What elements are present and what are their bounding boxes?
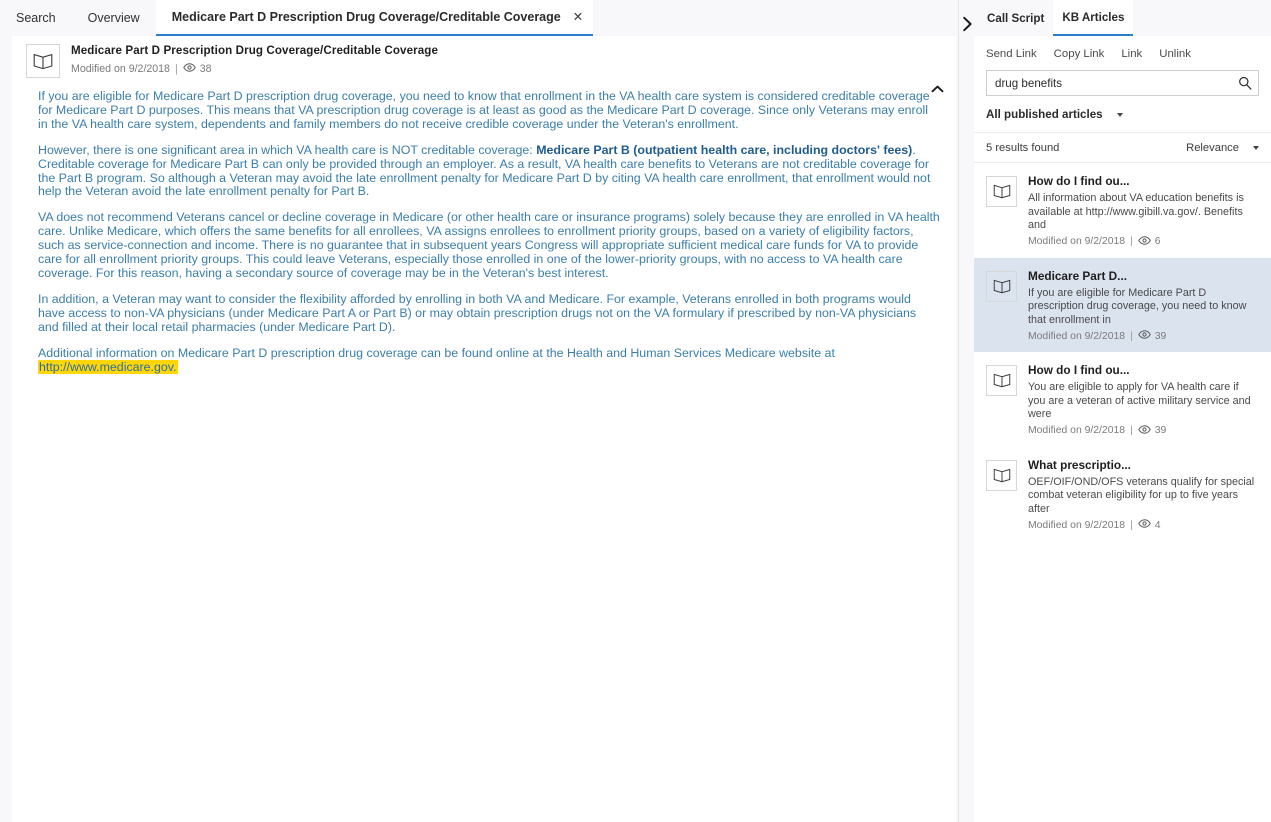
kb-result-modified: Modified on 9/2/2018 [1028,330,1126,342]
paragraph-text: However, there is one significant area i… [38,142,537,157]
kb-action-link[interactable]: Link [1121,46,1153,62]
article-header: Medicare Part D Prescription Drug Covera… [12,36,956,82]
article-body: If you are eligible for Medicare Part D … [12,82,956,374]
kb-tab-call-script[interactable]: Call Script [978,0,1053,36]
kb-result-title: How do I find ou... [1028,174,1130,188]
tab-label: Medicare Part D Prescription Drug Covera… [171,10,561,24]
kb-sort-control[interactable]: Relevance [1186,142,1259,154]
paragraph-text: If you are eligible for Medicare Part D … [38,89,930,131]
meta-separator: | [1130,425,1133,436]
chevron-down-icon[interactable] [1253,146,1259,150]
meta-separator: | [174,63,178,75]
emphasized-text: Medicare Part B (outpatient health care,… [536,142,913,157]
paragraph-text: In addition, a Veteran may want to consi… [38,291,917,334]
article-surface: Medicare Part D Prescription Drug Covera… [12,36,956,822]
kb-result-item[interactable]: How do I find ou... All information about… [974,163,1271,258]
kb-result-meta: Modified on 9/2/2018 | 6 [1028,235,1259,248]
book-icon [26,44,60,78]
article-paragraph: VA does not recommend Veterans cancel or… [38,210,940,281]
tab-strip: Search Overview Medicare Part D Prescripti… [0,0,958,36]
tab-overview[interactable]: Overview [72,0,156,36]
article-header-text: Medicare Part D Prescription Drug Covera… [71,42,438,75]
kb-result-title: Medicare Part D... [1028,268,1128,283]
tab-search[interactable]: Search [0,0,72,36]
kb-result-text: How do I find ou... All information about… [1028,174,1259,248]
kb-result-modified: Modified on 9/2/2018 [1028,236,1126,247]
article-modified-label: Modified on 9/2/2018 [71,63,170,75]
eye-icon [1137,330,1151,342]
page-title: Medicare Part D Prescription Drug Covera… [71,44,439,57]
article-paragraph: If you are eligible for Medicare Part D … [38,89,940,132]
kb-result-text: What prescriptio... OEF/OIF/OND/OFS veter… [1028,458,1259,532]
kb-action-send-link[interactable]: Send Link [986,46,1048,62]
kb-result-modified: Modified on 9/2/2018 [1028,425,1126,436]
kb-result-item[interactable]: What prescriptio... OEF/OIF/OND/OFS veter… [974,447,1271,542]
kb-result-view-count: 39 [1154,330,1167,342]
kb-result-meta: Modified on 9/2/2018 | 39 [1028,330,1259,342]
book-icon [986,176,1017,207]
search-icon[interactable] [1232,71,1258,95]
kb-result-text: How do I find ou... You are eligible to a… [1028,363,1259,437]
kb-tab-kb-articles[interactable]: KB Articles [1053,0,1134,36]
eye-icon [1137,235,1151,248]
main-content-region: Search Overview Medicare Part D Prescripti… [0,0,958,822]
kb-search-box[interactable] [986,70,1259,96]
kb-result-item[interactable]: Medicare Part D... If you are eligible fo… [974,257,1271,352]
eye-icon [1137,519,1151,531]
kb-action-unlink[interactable]: Unlink [1159,46,1202,62]
sort-label: Relevance [1186,142,1239,154]
kb-result-snippet: If you are eligible for Medicare Part D … [1028,286,1247,326]
book-icon [986,270,1017,302]
kb-result-title: What prescriptio... [1028,457,1131,472]
article-paragraph: However, there is one significant area i… [38,142,940,200]
paragraph-text: Additional information on Medicare Part … [38,345,835,360]
highlighted-link[interactable]: http://www.medicare.gov. [38,359,178,374]
kb-result-view-count: 6 [1154,236,1161,247]
kb-filter-row[interactable]: All published articles [974,96,1271,133]
panel-divider [958,0,972,822]
article-meta: Modified on 9/2/2018 | 38 [71,63,438,75]
kb-action-copy-link[interactable]: Copy Link [1054,46,1116,62]
tab-label: Overview [87,11,140,25]
meta-separator: | [1130,330,1133,342]
application-window: Search Overview Medicare Part D Prescripti… [0,0,1271,822]
kb-result-modified: Modified on 9/2/2018 [1028,519,1126,531]
tab-medicare-part-d-prescription-drug-coverage-creditable-coverage[interactable]: Medicare Part D Prescription Drug Covera… [155,0,594,36]
chevron-up-icon[interactable] [928,80,946,98]
kb-result-title: How do I find ou... [1028,363,1130,377]
chevron-down-icon[interactable] [1116,112,1123,117]
kb-result-snippet: All information about VA education benef… [1028,192,1244,231]
article-paragraph: Additional information on Medicare Part … [38,345,940,375]
kb-filter-label: All published articles [986,108,1103,121]
kb-result-snippet: You are eligible to apply for VA health … [1028,381,1251,420]
kb-panel-body: Send Link Copy Link Link Unlink All publish… [974,36,1271,822]
tab-label: Search [16,11,56,25]
kb-panel-tabs: Call Script KB Articles [974,0,1271,36]
kb-result-item[interactable]: How do I find ou... You are eligible to a… [974,352,1271,447]
chevron-right-icon[interactable] [958,14,976,34]
article-paragraph: In addition, a Veteran may want to consi… [38,291,940,335]
kb-results-header: 5 results found Relevance [974,133,1271,163]
kb-result-view-count: 39 [1154,425,1167,436]
book-icon [986,365,1017,396]
results-count-label: 5 results found [986,142,1060,154]
close-icon[interactable]: ✕ [573,11,583,24]
article-view-count: 38 [199,63,212,75]
kb-action-bar: Send Link Copy Link Link Unlink [974,36,1271,70]
search-input[interactable] [987,76,1232,90]
book-icon [986,459,1017,491]
meta-separator: | [1130,519,1133,531]
kb-result-meta: Modified on 9/2/2018 | 4 [1028,519,1259,531]
meta-separator: | [1130,236,1133,247]
kb-results-list: How do I find ou... All information about… [974,163,1271,541]
kb-result-meta: Modified on 9/2/2018 | 39 [1028,424,1259,437]
kb-search-row [974,70,1271,96]
kb-result-view-count: 4 [1154,519,1161,531]
paragraph-text: VA does not recommend Veterans cancel or… [38,210,940,280]
kb-articles-panel: Call Script KB Articles Send Link Copy Lin… [974,0,1271,822]
eye-icon [1137,424,1151,437]
kb-result-snippet: OEF/OIF/OND/OFS veterans qualify for spe… [1028,475,1255,515]
eye-icon [182,63,196,75]
kb-result-text: Medicare Part D... If you are eligible fo… [1028,269,1259,343]
